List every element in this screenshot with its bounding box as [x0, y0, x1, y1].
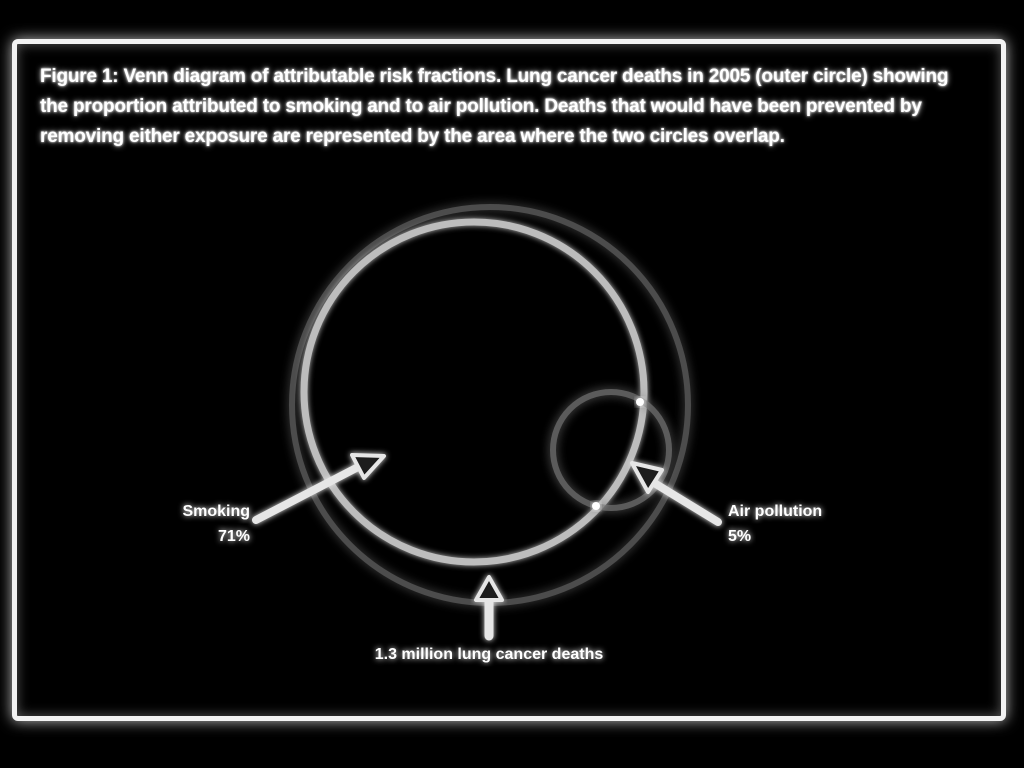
overlap-point-top: [636, 398, 644, 406]
total-deaths-label: 1.3 million lung cancer deaths: [375, 646, 604, 663]
overlap-point-bottom: [592, 502, 600, 510]
air-pollution-value: 5%: [728, 528, 751, 545]
smoking-label: Smoking: [182, 503, 250, 520]
smoking-value: 71%: [218, 528, 250, 545]
venn-diagram: Smoking 71% Air pollution 5% 1.3 million…: [182, 204, 822, 663]
air-pollution-label: Air pollution: [728, 503, 822, 520]
total-arrow: [474, 575, 504, 641]
total-deaths-circle: [289, 204, 691, 606]
